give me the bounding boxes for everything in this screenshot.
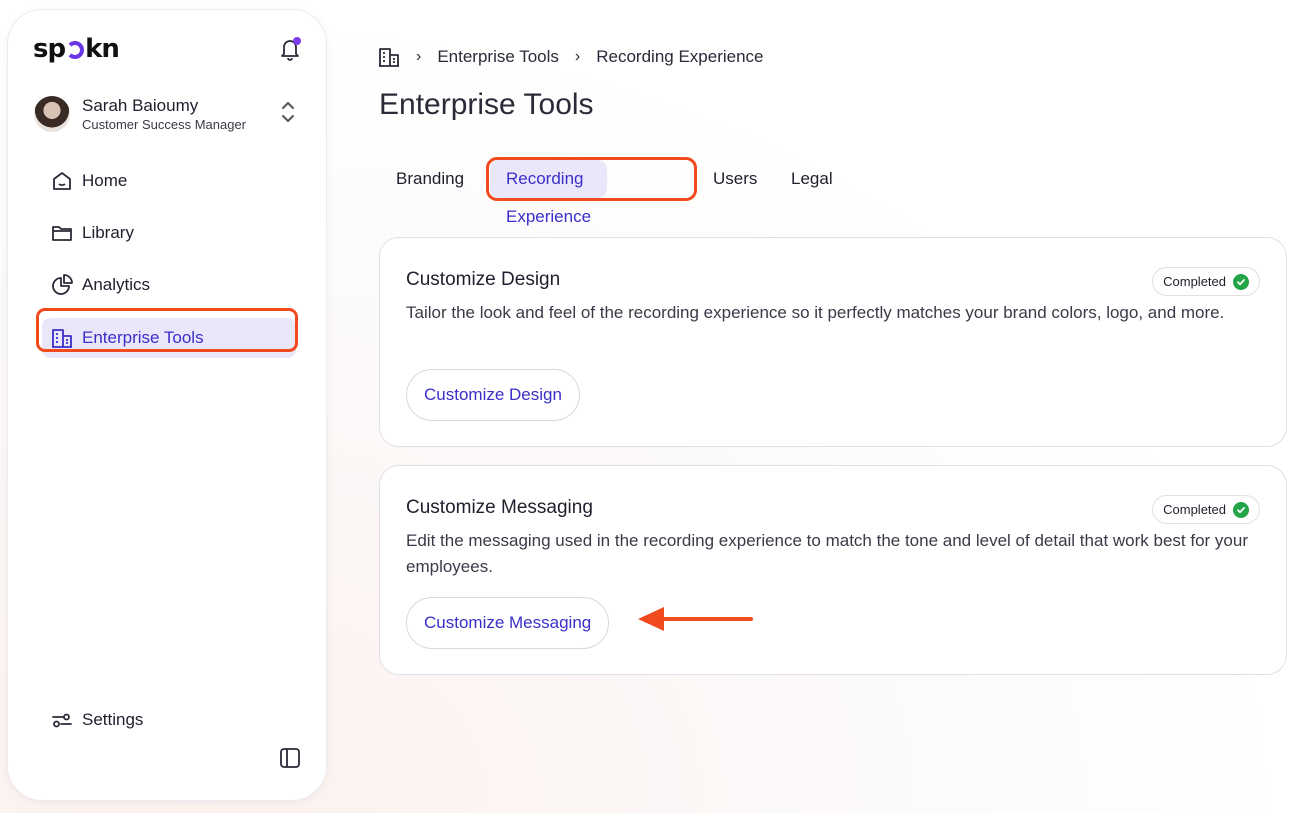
page-title: Enterprise Tools: [379, 88, 594, 121]
tab-recording-experience[interactable]: Recording Experience: [490, 160, 608, 226]
card-title: Customize Design: [406, 269, 561, 290]
tab-legal[interactable]: Legal: [775, 160, 849, 198]
user-role: Customer Success Manager: [82, 117, 247, 132]
sidebar: sp kn Sarah Baioumy Customer Success Mana…: [8, 10, 326, 800]
status-badge: Completed: [1152, 267, 1260, 296]
check-circle-icon: [1233, 273, 1249, 290]
customize-design-button[interactable]: Customize Design: [406, 369, 580, 421]
logo-text-end: kn: [85, 34, 120, 64]
sidebar-item-settings[interactable]: Settings: [42, 700, 296, 740]
spokn-logo[interactable]: sp kn: [33, 34, 120, 64]
breadcrumb-item-current: Recording Experience: [596, 47, 764, 66]
folder-icon: [50, 221, 74, 245]
sidebar-item-label: Analytics: [82, 275, 151, 294]
status-badge-label: Completed: [1163, 502, 1226, 517]
chevron-up-down-icon[interactable]: [279, 98, 297, 126]
sidebar-item-label: Enterprise Tools: [82, 328, 204, 347]
breadcrumb: › Enterprise Tools › Recording Experienc…: [378, 46, 764, 68]
customize-design-card: Customize Design Completed Tailor the lo…: [379, 237, 1287, 447]
sidebar-item-enterprise-tools[interactable]: Enterprise Tools: [42, 318, 296, 358]
user-switcher[interactable]: Sarah Baioumy Customer Success Manager: [34, 96, 304, 136]
check-circle-icon: [1233, 501, 1249, 518]
tab-users[interactable]: Users: [697, 160, 773, 198]
chevron-right-icon: ›: [574, 48, 581, 65]
logo-mark-icon: [66, 41, 85, 59]
tab-branding[interactable]: Branding: [380, 160, 480, 198]
card-title: Customize Messaging: [406, 497, 593, 518]
card-description: Tailor the look and feel of the recordin…: [406, 303, 1225, 322]
customize-messaging-card: Customize Messaging Completed Edit the m…: [379, 465, 1287, 675]
chevron-right-icon: ›: [416, 48, 422, 65]
pie-chart-icon: [50, 273, 74, 297]
notification-dot: [293, 37, 301, 45]
sidebar-item-label: Library: [82, 223, 134, 242]
sidebar-item-label: Home: [82, 171, 128, 190]
status-badge: Completed: [1152, 495, 1260, 524]
arrow-left-annotation-icon: [638, 607, 753, 631]
building-icon: [50, 326, 74, 350]
sidebar-toggle-icon[interactable]: [279, 747, 301, 769]
home-icon: [50, 169, 74, 193]
status-badge-label: Completed: [1163, 274, 1226, 289]
sidebar-item-analytics[interactable]: Analytics: [42, 265, 296, 305]
avatar: [34, 96, 70, 132]
card-description: Edit the messaging used in the recording…: [406, 531, 1248, 576]
logo-text-start: sp: [33, 34, 66, 64]
user-name: Sarah Baioumy: [82, 96, 199, 115]
sidebar-item-home[interactable]: Home: [42, 161, 296, 201]
breadcrumb-item[interactable]: Enterprise Tools: [437, 47, 559, 67]
sidebar-item-label: Settings: [82, 710, 144, 729]
customize-messaging-button[interactable]: Customize Messaging: [406, 597, 610, 649]
building-icon[interactable]: [378, 46, 400, 68]
sliders-icon: [50, 708, 74, 732]
sidebar-item-library[interactable]: Library: [42, 213, 296, 253]
